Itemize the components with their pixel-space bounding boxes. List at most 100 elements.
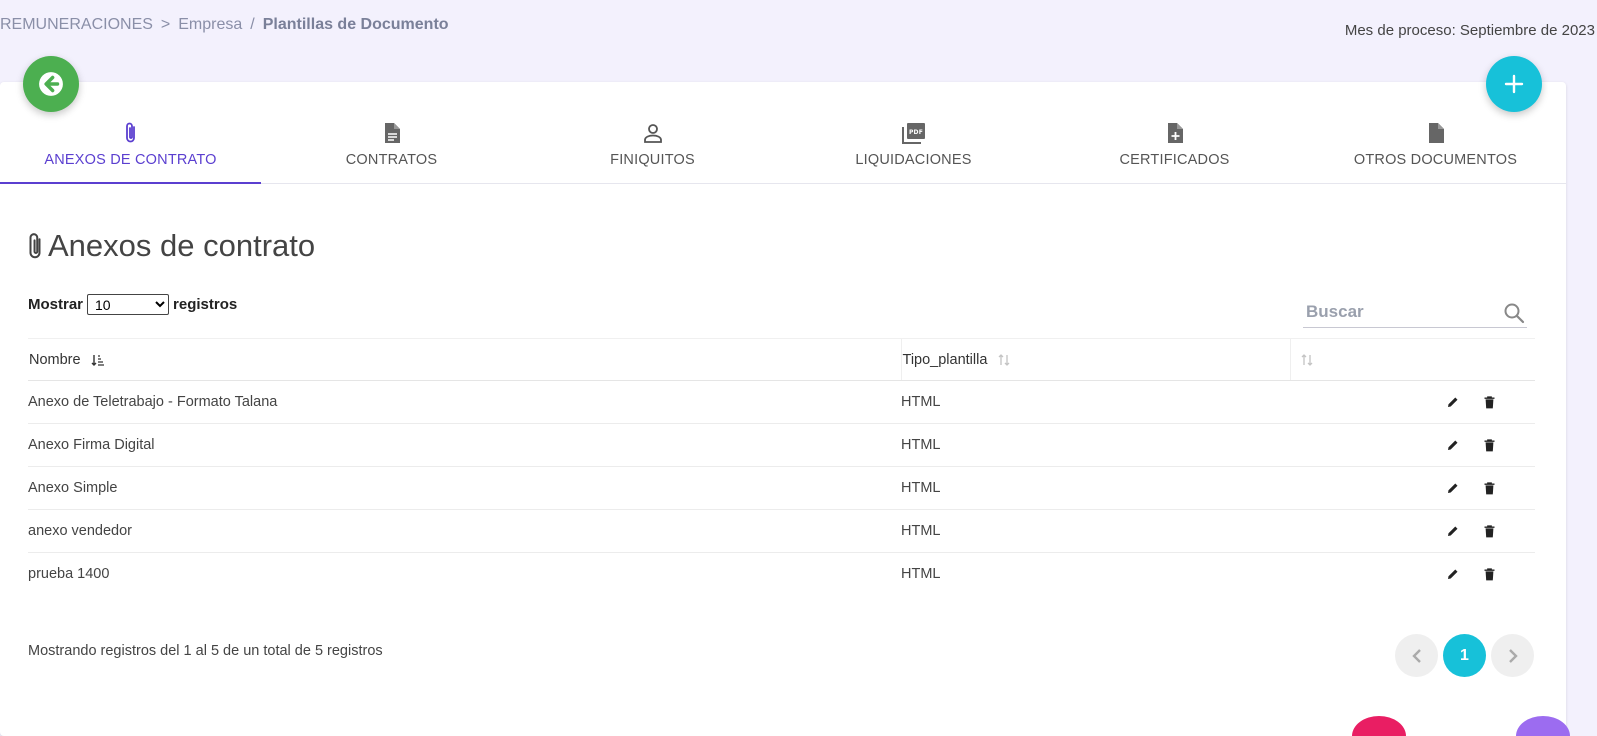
search-input[interactable]: [1303, 301, 1493, 322]
tab-label: CERTIFICADOS: [1119, 152, 1230, 168]
table-row: Anexo Firma Digital HTML: [28, 423, 1535, 467]
cell-nombre: prueba 1400: [28, 566, 110, 583]
length-prefix: Mostrar: [28, 296, 84, 313]
cell-nombre: Anexo Simple: [28, 466, 901, 510]
delete-button[interactable]: [1479, 478, 1499, 498]
cell-tipo: HTML: [901, 423, 1290, 467]
pencil-icon: [1447, 483, 1458, 493]
cell-actions: [1290, 423, 1535, 467]
column-header-nombre[interactable]: Nombre: [28, 338, 901, 381]
arrow-left-icon: [39, 72, 63, 96]
tab-label: ANEXOS DE CONTRATO: [44, 152, 217, 168]
column-header-label: Nombre: [29, 351, 81, 368]
breadcrumb-current: Plantillas de Documento: [262, 16, 449, 33]
cell-nombre: Anexo Firma Digital: [28, 423, 901, 467]
cell-actions: [1290, 380, 1535, 424]
add-template-button[interactable]: [1486, 56, 1542, 112]
paperclip-icon: [29, 233, 41, 259]
table-row: prueba 1400 HTML: [28, 553, 1535, 596]
previous-page-button[interactable]: [1395, 634, 1438, 677]
search-box: [1303, 296, 1527, 328]
column-header-tipo-plantilla[interactable]: Tipo_plantilla: [900, 338, 1290, 381]
breadcrumb-separator: /: [250, 16, 255, 33]
tab-contratos[interactable]: CONTRATOS: [261, 112, 522, 183]
edit-button[interactable]: [1443, 521, 1463, 541]
column-header-label: Tipo_plantilla: [902, 351, 988, 368]
tab-finiquitos[interactable]: FINIQUITOS: [522, 112, 783, 183]
tab-liquidaciones[interactable]: PDF LIQUIDACIONES: [783, 112, 1044, 183]
trash-icon: [1484, 481, 1494, 494]
breadcrumb-company[interactable]: Empresa: [178, 16, 242, 34]
document-plus-icon: [1166, 120, 1184, 146]
tab-label: OTROS DOCUMENTOS: [1353, 152, 1518, 168]
length-suffix: registros: [173, 296, 238, 313]
table-row: anexo vendedor HTML: [28, 509, 1535, 553]
pencil-icon: [1447, 526, 1458, 536]
edit-button[interactable]: [1443, 392, 1463, 412]
page-title-text: Anexos de contrato: [48, 228, 316, 263]
sort-icon: [1301, 353, 1312, 366]
svg-text:PDF: PDF: [908, 129, 922, 136]
table-info: Mostrando registros del 1 al 5 de un tot…: [28, 643, 383, 659]
cell-tipo: HTML: [901, 380, 1290, 424]
cell-actions: [1290, 553, 1535, 596]
edit-button[interactable]: [1443, 564, 1463, 584]
trash-icon: [1484, 524, 1494, 537]
chevron-right-icon: [1508, 648, 1518, 663]
cell-tipo: HTML: [901, 509, 1290, 553]
tab-label: CONTRATOS: [345, 152, 438, 168]
cell-nombre: Anexo de Teletrabajo - Formato Talana: [28, 380, 901, 424]
file-icon: [1427, 120, 1445, 146]
templates-table: Nombre Tipo_plantilla Anexo de Teletraba…: [28, 338, 1535, 596]
edit-button[interactable]: [1443, 435, 1463, 455]
pencil-icon: [1447, 440, 1458, 450]
column-header-actions[interactable]: [1289, 338, 1535, 381]
next-page-button[interactable]: [1491, 634, 1534, 677]
sort-ascending-icon: [91, 354, 104, 366]
paperclip-icon: [123, 120, 139, 146]
records-per-page: Mostrar 10 registros: [28, 294, 237, 315]
cell-actions: [1290, 466, 1535, 510]
page-button-current[interactable]: 1: [1443, 634, 1486, 677]
cell-nombre: anexo vendedor: [28, 509, 901, 553]
tab-label: LIQUIDACIONES: [855, 152, 972, 168]
plus-icon: [1504, 74, 1524, 94]
cell-tipo: HTML: [901, 566, 941, 583]
chevron-left-icon: [1411, 648, 1421, 663]
delete-button[interactable]: [1479, 521, 1499, 541]
process-month: Mes de proceso: Septiembre de 2023: [1344, 22, 1595, 39]
document-icon: [383, 120, 401, 146]
edit-button[interactable]: [1443, 478, 1463, 498]
cell-actions: [1290, 509, 1535, 553]
person-icon: [643, 120, 663, 146]
pencil-icon: [1447, 397, 1458, 407]
cell-tipo: HTML: [901, 466, 1290, 510]
delete-button[interactable]: [1479, 392, 1499, 412]
document-tabs: ANEXOS DE CONTRATO CONTRATOS FINIQUITOS …: [0, 112, 1566, 184]
trash-icon: [1484, 438, 1494, 451]
page-title: Anexos de contrato: [26, 228, 315, 264]
breadcrumb-separator: >: [160, 16, 171, 33]
tab-otros-documentos[interactable]: OTROS DOCUMENTOS: [1305, 112, 1566, 183]
breadcrumb-root[interactable]: REMUNERACIONES: [0, 16, 153, 34]
delete-button[interactable]: [1479, 564, 1499, 584]
records-per-page-select[interactable]: 10: [87, 294, 170, 315]
pdf-icon: PDF: [901, 120, 926, 146]
breadcrumb: REMUNERACIONES > Empresa / Plantillas de…: [0, 16, 449, 34]
top-bar: REMUNERACIONES > Empresa / Plantillas de…: [0, 0, 1597, 82]
sort-icon: [998, 353, 1010, 366]
trash-icon: [1484, 568, 1494, 581]
table-row: Anexo Simple HTML: [28, 466, 1535, 510]
tab-anexos-de-contrato[interactable]: ANEXOS DE CONTRATO: [0, 112, 261, 184]
tab-certificados[interactable]: CERTIFICADOS: [1044, 112, 1305, 183]
main-card: ANEXOS DE CONTRATO CONTRATOS FINIQUITOS …: [0, 56, 1566, 736]
table-row: Anexo de Teletrabajo - Formato Talana HT…: [28, 380, 1535, 424]
pagination: 1: [1395, 634, 1534, 677]
table-header-row: Nombre Tipo_plantilla: [28, 338, 1535, 381]
pencil-icon: [1447, 569, 1458, 580]
delete-button[interactable]: [1479, 435, 1499, 455]
trash-icon: [1484, 395, 1494, 408]
search-icon[interactable]: [1503, 302, 1525, 324]
tab-label: FINIQUITOS: [610, 152, 695, 168]
back-button[interactable]: [23, 56, 79, 112]
